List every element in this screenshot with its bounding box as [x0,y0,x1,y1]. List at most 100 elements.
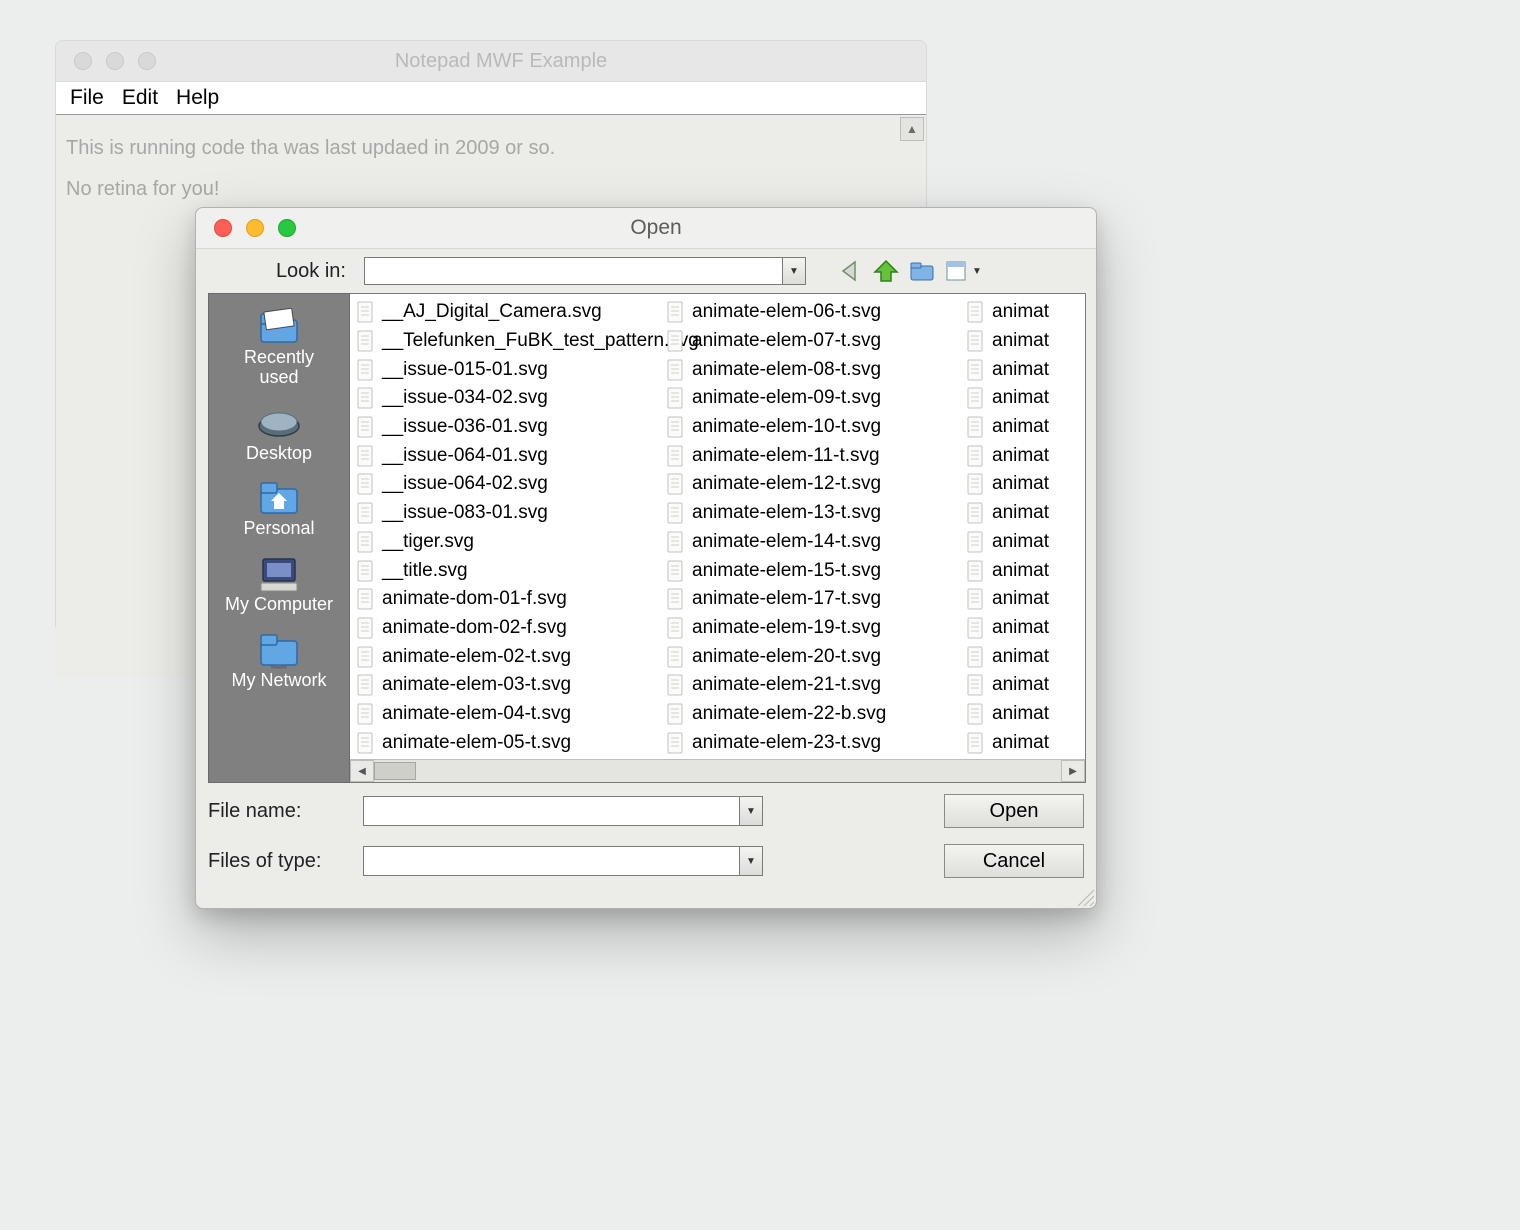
place-personal[interactable]: Personal [209,473,349,545]
dialog-titlebar[interactable]: Open [196,208,1096,249]
scroll-up-button[interactable]: ▲ [900,117,924,141]
file-item[interactable]: animate-elem-13-t.svg [666,499,966,528]
file-item[interactable]: animate-dom-01-f.svg [356,585,666,614]
scroll-track[interactable] [374,760,1061,782]
file-item[interactable]: animat [966,470,1036,499]
file-item[interactable]: __issue-034-02.svg [356,384,666,413]
file-item[interactable]: animat [966,642,1036,671]
file-item[interactable]: animat [966,614,1036,643]
file-icon [966,588,986,610]
dialog-title: Open [296,216,1096,240]
file-item[interactable]: animate-elem-08-t.svg [666,355,966,384]
file-item[interactable]: animat [966,556,1036,585]
file-item[interactable]: __issue-064-01.svg [356,441,666,470]
file-item[interactable]: animat [966,700,1036,729]
home-folder-icon [257,479,301,517]
file-item[interactable]: animat [966,585,1036,614]
place-my-computer[interactable]: My Computer [209,549,349,621]
view-menu-button[interactable]: ▼ [944,258,984,284]
file-item[interactable]: animat [966,671,1036,700]
file-item[interactable]: animate-elem-03-t.svg [356,671,666,700]
new-folder-button[interactable] [908,258,936,284]
file-name: animat [992,531,1049,553]
file-name: animat [992,301,1049,323]
zoom-icon[interactable] [138,52,156,70]
place-desktop[interactable]: Desktop [209,398,349,470]
file-item[interactable]: animate-dom-02-f.svg [356,614,666,643]
file-item[interactable]: animate-elem-11-t.svg [666,441,966,470]
place-recently-used[interactable]: Recently used [209,302,349,394]
computer-icon [257,555,301,593]
chevron-down-icon[interactable]: ▼ [739,797,762,825]
file-name: animate-elem-15-t.svg [692,560,881,582]
file-item[interactable]: __issue-015-01.svg [356,355,666,384]
place-label: Personal [243,519,314,539]
file-item[interactable]: animate-elem-02-t.svg [356,642,666,671]
file-item[interactable]: animate-elem-12-t.svg [666,470,966,499]
file-item[interactable]: animate-elem-20-t.svg [666,642,966,671]
file-item[interactable]: animate-elem-15-t.svg [666,556,966,585]
file-item[interactable]: __Telefunken_FuBK_test_pattern.svg [356,327,666,356]
place-label: Desktop [246,444,312,464]
horizontal-scrollbar[interactable]: ◀ ▶ [350,759,1085,782]
up-one-level-button[interactable] [872,258,900,284]
cancel-button[interactable]: Cancel [944,844,1084,878]
file-item[interactable]: animat [966,441,1036,470]
file-item[interactable]: animat [966,384,1036,413]
file-item[interactable]: __tiger.svg [356,528,666,557]
file-item[interactable]: animate-elem-21-t.svg [666,671,966,700]
file-item[interactable]: __AJ_Digital_Camera.svg [356,298,666,327]
chevron-down-icon[interactable]: ▼ [782,258,805,284]
file-icon [966,359,986,381]
scroll-right-button[interactable]: ▶ [1061,760,1085,782]
file-item[interactable]: animat [966,413,1036,442]
file-item[interactable]: animat [966,327,1036,356]
file-icon [356,531,376,553]
file-item[interactable]: animate-elem-04-t.svg [356,700,666,729]
back-button[interactable] [836,258,864,284]
file-icon [666,674,686,696]
scroll-thumb[interactable] [374,762,416,780]
file-item[interactable]: animat [966,499,1036,528]
file-item[interactable]: __title.svg [356,556,666,585]
file-item[interactable]: animate-elem-14-t.svg [666,528,966,557]
minimize-icon[interactable] [246,219,264,237]
file-item[interactable]: animate-elem-10-t.svg [666,413,966,442]
file-icon [666,301,686,323]
file-item[interactable]: animate-elem-19-t.svg [666,614,966,643]
file-item[interactable]: animate-elem-07-t.svg [666,327,966,356]
file-item[interactable]: animate-elem-05-t.svg [356,728,666,757]
resize-grip-icon[interactable] [1074,886,1094,906]
file-item[interactable]: animat [966,355,1036,384]
file-item[interactable]: __issue-064-02.svg [356,470,666,499]
file-item[interactable]: __issue-083-01.svg [356,499,666,528]
file-icon [966,445,986,467]
file-name: animate-elem-12-t.svg [692,473,881,495]
chevron-down-icon[interactable]: ▼ [739,847,762,875]
file-name: animate-dom-02-f.svg [382,617,567,639]
menu-edit[interactable]: Edit [116,86,164,110]
look-in-combo[interactable]: ▼ [364,257,806,285]
file-list[interactable]: __AJ_Digital_Camera.svg__Telefunken_FuBK… [350,293,1086,783]
zoom-icon[interactable] [278,219,296,237]
file-item[interactable]: animat [966,528,1036,557]
minimize-icon[interactable] [106,52,124,70]
menu-help[interactable]: Help [170,86,225,110]
file-item[interactable]: __issue-036-01.svg [356,413,666,442]
menu-file[interactable]: File [64,86,110,110]
close-icon[interactable] [74,52,92,70]
files-of-type-combo[interactable]: ▼ [363,846,763,876]
place-my-network[interactable]: My Network [209,625,349,697]
file-item[interactable]: animate-elem-22-b.svg [666,700,966,729]
file-item[interactable]: animate-elem-09-t.svg [666,384,966,413]
file-name-combo[interactable]: ▼ [363,796,763,826]
open-button[interactable]: Open [944,794,1084,828]
file-item[interactable]: animat [966,298,1036,327]
file-item[interactable]: animate-elem-17-t.svg [666,585,966,614]
file-item[interactable]: animate-elem-06-t.svg [666,298,966,327]
file-icon [666,473,686,495]
close-icon[interactable] [214,219,232,237]
file-item[interactable]: animate-elem-23-t.svg [666,728,966,757]
scroll-left-button[interactable]: ◀ [350,760,374,782]
file-item[interactable]: animat [966,728,1036,757]
